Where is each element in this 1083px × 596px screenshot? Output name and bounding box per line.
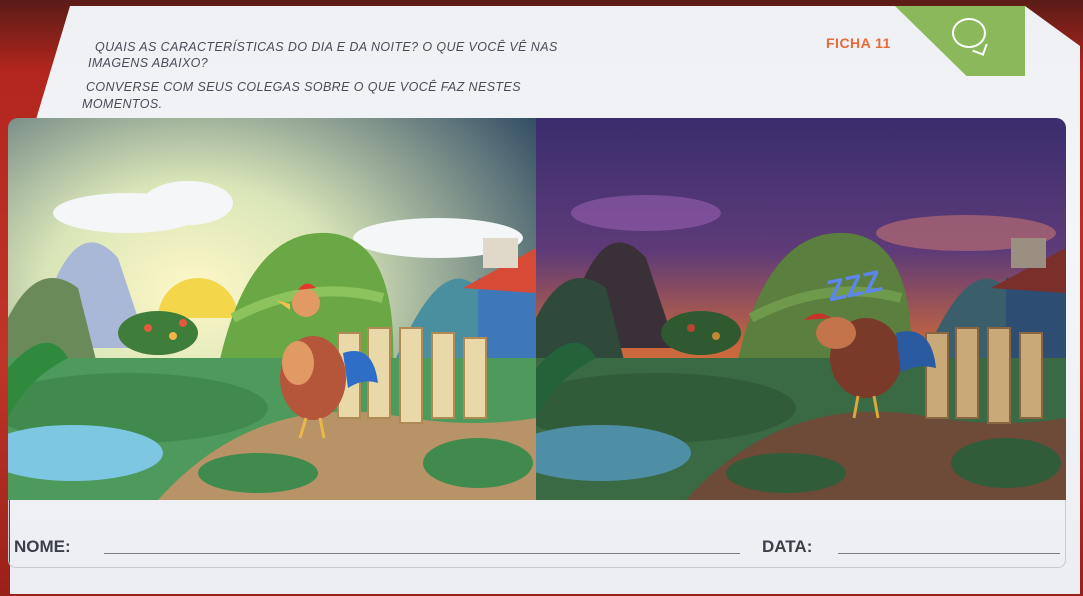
instruction-line-4: MOMENTOS. xyxy=(82,97,163,111)
instruction-line-1: QUAIS AS CARACTERÍSTICAS DO DIA E DA NOI… xyxy=(95,40,558,54)
date-input-line[interactable] xyxy=(838,553,1060,554)
instruction-line-3: CONVERSE COM SEUS COLEGAS SOBRE O QUE VO… xyxy=(86,80,521,94)
night-scene-illustration: ZZZ xyxy=(536,118,1066,500)
date-label: DATA: xyxy=(762,537,813,556)
name-label: NOME: xyxy=(14,537,71,556)
name-date-box xyxy=(8,500,1066,568)
sheet-label: FICHA 11 xyxy=(826,35,891,51)
day-scene-illustration xyxy=(8,118,536,500)
instruction-line-2: IMAGENS ABAIXO? xyxy=(88,56,209,70)
speech-bubble-icon xyxy=(952,18,986,48)
name-input-line[interactable] xyxy=(104,553,740,554)
